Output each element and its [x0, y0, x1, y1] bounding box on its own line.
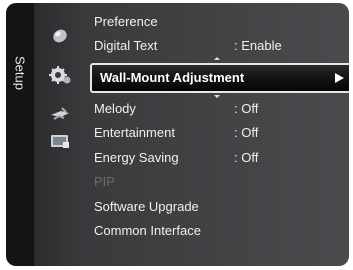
- menu-item-pip: PIP: [94, 171, 115, 193]
- scroll-down-icon: [214, 95, 220, 98]
- category-sidebar: Setup: [6, 3, 34, 266]
- picture-icon[interactable]: [48, 25, 72, 45]
- selected-item-label: Wall-Mount Adjustment: [100, 70, 245, 85]
- menu-item-value: : Off: [234, 125, 259, 140]
- category-title: Setup: [12, 56, 28, 90]
- menu-item-preference[interactable]: Preference: [94, 11, 158, 33]
- input-icon[interactable]: [48, 104, 72, 124]
- menu-item-label: Common Interface: [94, 223, 201, 238]
- menu-item-label: PIP: [94, 174, 115, 189]
- menu-item-label: Preference: [94, 14, 158, 29]
- osd-menu-panel: Setup Preference Digital Text: Enable M…: [6, 3, 349, 266]
- scroll-up-icon: [214, 57, 220, 60]
- menu-item-common-interface[interactable]: Common Interface: [94, 220, 201, 242]
- menu-item-digital-text[interactable]: Digital Text : Enable: [94, 35, 282, 57]
- setup-gear-icon[interactable]: [48, 65, 72, 85]
- menu-item-energy-saving[interactable]: Energy Saving : Off: [94, 147, 258, 169]
- category-icon-column: [34, 3, 113, 266]
- menu-item-label: Software Upgrade: [94, 199, 199, 214]
- menu-item-value: : Off: [234, 101, 259, 116]
- menu-item-wall-mount-adjustment[interactable]: Wall-Mount Adjustment: [90, 63, 349, 93]
- menu-item-label: Energy Saving: [94, 150, 179, 165]
- menu-item-label: Entertainment: [94, 125, 175, 140]
- menu-item-software-upgrade[interactable]: Software Upgrade: [94, 196, 199, 218]
- application-icon[interactable]: [48, 131, 72, 151]
- menu-list: Preference Digital Text : Enable Melody …: [94, 3, 349, 266]
- enter-submenu-arrow-icon: [335, 73, 344, 83]
- menu-item-value: : Enable: [234, 38, 282, 53]
- menu-item-label: Digital Text: [94, 38, 158, 53]
- menu-item-melody[interactable]: Melody : Off: [94, 98, 258, 120]
- menu-item-value: : Off: [234, 150, 259, 165]
- menu-item-label: Melody: [94, 101, 136, 116]
- menu-item-entertainment[interactable]: Entertainment : Off: [94, 122, 258, 144]
